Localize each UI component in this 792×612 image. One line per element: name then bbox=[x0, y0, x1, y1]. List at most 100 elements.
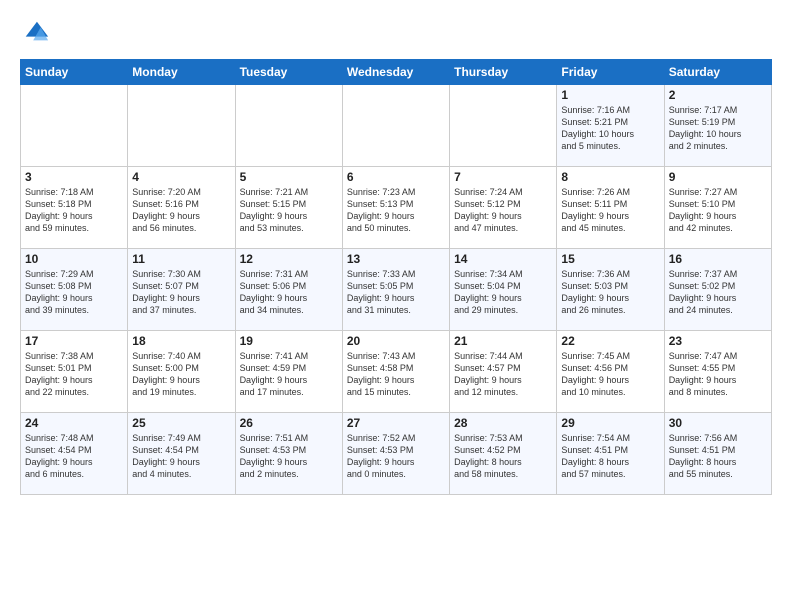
calendar-header: SundayMondayTuesdayWednesdayThursdayFrid… bbox=[21, 60, 772, 85]
cell-info: Sunrise: 7:31 AM Sunset: 5:06 PM Dayligh… bbox=[240, 268, 338, 317]
calendar-cell: 29 Sunrise: 7:54 AM Sunset: 4:51 PM Dayli… bbox=[557, 413, 664, 495]
cell-info: Sunrise: 7:30 AM Sunset: 5:07 PM Dayligh… bbox=[132, 268, 230, 317]
calendar-cell bbox=[128, 85, 235, 167]
calendar-cell: 8 Sunrise: 7:26 AM Sunset: 5:11 PM Daylig… bbox=[557, 167, 664, 249]
cell-info: Sunrise: 7:33 AM Sunset: 5:05 PM Dayligh… bbox=[347, 268, 445, 317]
cell-info: Sunrise: 7:37 AM Sunset: 5:02 PM Dayligh… bbox=[669, 268, 767, 317]
cell-info: Sunrise: 7:36 AM Sunset: 5:03 PM Dayligh… bbox=[561, 268, 659, 317]
cell-info: Sunrise: 7:34 AM Sunset: 5:04 PM Dayligh… bbox=[454, 268, 552, 317]
calendar-week: 24 Sunrise: 7:48 AM Sunset: 4:54 PM Dayli… bbox=[21, 413, 772, 495]
cell-info: Sunrise: 7:54 AM Sunset: 4:51 PM Dayligh… bbox=[561, 432, 659, 481]
day-number: 1 bbox=[561, 88, 659, 102]
cell-info: Sunrise: 7:44 AM Sunset: 4:57 PM Dayligh… bbox=[454, 350, 552, 399]
calendar-cell: 24 Sunrise: 7:48 AM Sunset: 4:54 PM Dayli… bbox=[21, 413, 128, 495]
calendar-cell: 7 Sunrise: 7:24 AM Sunset: 5:12 PM Daylig… bbox=[450, 167, 557, 249]
cell-info: Sunrise: 7:53 AM Sunset: 4:52 PM Dayligh… bbox=[454, 432, 552, 481]
calendar-cell: 1 Sunrise: 7:16 AM Sunset: 5:21 PM Daylig… bbox=[557, 85, 664, 167]
cell-info: Sunrise: 7:51 AM Sunset: 4:53 PM Dayligh… bbox=[240, 432, 338, 481]
day-number: 9 bbox=[669, 170, 767, 184]
day-number: 24 bbox=[25, 416, 123, 430]
day-number: 30 bbox=[669, 416, 767, 430]
cell-info: Sunrise: 7:43 AM Sunset: 4:58 PM Dayligh… bbox=[347, 350, 445, 399]
calendar-cell: 14 Sunrise: 7:34 AM Sunset: 5:04 PM Dayli… bbox=[450, 249, 557, 331]
calendar-cell: 17 Sunrise: 7:38 AM Sunset: 5:01 PM Dayli… bbox=[21, 331, 128, 413]
header-row: SundayMondayTuesdayWednesdayThursdayFrid… bbox=[21, 60, 772, 85]
day-number: 3 bbox=[25, 170, 123, 184]
day-number: 16 bbox=[669, 252, 767, 266]
day-number: 26 bbox=[240, 416, 338, 430]
cell-info: Sunrise: 7:16 AM Sunset: 5:21 PM Dayligh… bbox=[561, 104, 659, 153]
day-number: 19 bbox=[240, 334, 338, 348]
calendar-cell: 2 Sunrise: 7:17 AM Sunset: 5:19 PM Daylig… bbox=[664, 85, 771, 167]
day-number: 8 bbox=[561, 170, 659, 184]
cell-info: Sunrise: 7:27 AM Sunset: 5:10 PM Dayligh… bbox=[669, 186, 767, 235]
day-number: 5 bbox=[240, 170, 338, 184]
day-number: 2 bbox=[669, 88, 767, 102]
calendar-cell: 28 Sunrise: 7:53 AM Sunset: 4:52 PM Dayli… bbox=[450, 413, 557, 495]
cell-info: Sunrise: 7:40 AM Sunset: 5:00 PM Dayligh… bbox=[132, 350, 230, 399]
calendar-cell: 3 Sunrise: 7:18 AM Sunset: 5:18 PM Daylig… bbox=[21, 167, 128, 249]
cell-info: Sunrise: 7:47 AM Sunset: 4:55 PM Dayligh… bbox=[669, 350, 767, 399]
calendar-cell bbox=[342, 85, 449, 167]
calendar-week: 10 Sunrise: 7:29 AM Sunset: 5:08 PM Dayli… bbox=[21, 249, 772, 331]
day-number: 4 bbox=[132, 170, 230, 184]
calendar-cell: 11 Sunrise: 7:30 AM Sunset: 5:07 PM Dayli… bbox=[128, 249, 235, 331]
calendar-cell: 10 Sunrise: 7:29 AM Sunset: 5:08 PM Dayli… bbox=[21, 249, 128, 331]
weekday-header: Tuesday bbox=[235, 60, 342, 85]
cell-info: Sunrise: 7:48 AM Sunset: 4:54 PM Dayligh… bbox=[25, 432, 123, 481]
weekday-header: Monday bbox=[128, 60, 235, 85]
calendar-cell bbox=[450, 85, 557, 167]
day-number: 20 bbox=[347, 334, 445, 348]
calendar-cell: 9 Sunrise: 7:27 AM Sunset: 5:10 PM Daylig… bbox=[664, 167, 771, 249]
calendar-week: 3 Sunrise: 7:18 AM Sunset: 5:18 PM Daylig… bbox=[21, 167, 772, 249]
calendar-cell: 19 Sunrise: 7:41 AM Sunset: 4:59 PM Dayli… bbox=[235, 331, 342, 413]
calendar-cell: 25 Sunrise: 7:49 AM Sunset: 4:54 PM Dayli… bbox=[128, 413, 235, 495]
cell-info: Sunrise: 7:49 AM Sunset: 4:54 PM Dayligh… bbox=[132, 432, 230, 481]
day-number: 7 bbox=[454, 170, 552, 184]
weekday-header: Saturday bbox=[664, 60, 771, 85]
calendar-cell: 22 Sunrise: 7:45 AM Sunset: 4:56 PM Dayli… bbox=[557, 331, 664, 413]
cell-info: Sunrise: 7:29 AM Sunset: 5:08 PM Dayligh… bbox=[25, 268, 123, 317]
day-number: 18 bbox=[132, 334, 230, 348]
cell-info: Sunrise: 7:41 AM Sunset: 4:59 PM Dayligh… bbox=[240, 350, 338, 399]
cell-info: Sunrise: 7:24 AM Sunset: 5:12 PM Dayligh… bbox=[454, 186, 552, 235]
calendar-cell: 27Sunrise: 7:52 AM Sunset: 4:53 PM Dayli… bbox=[342, 413, 449, 495]
cell-info: Sunrise: 7:23 AM Sunset: 5:13 PM Dayligh… bbox=[347, 186, 445, 235]
calendar-cell: 4Sunrise: 7:20 AM Sunset: 5:16 PM Daylig… bbox=[128, 167, 235, 249]
calendar-week: 1 Sunrise: 7:16 AM Sunset: 5:21 PM Daylig… bbox=[21, 85, 772, 167]
cell-info: Sunrise: 7:18 AM Sunset: 5:18 PM Dayligh… bbox=[25, 186, 123, 235]
calendar-cell: 16 Sunrise: 7:37 AM Sunset: 5:02 PM Dayli… bbox=[664, 249, 771, 331]
day-number: 12 bbox=[240, 252, 338, 266]
day-number: 10 bbox=[25, 252, 123, 266]
calendar-cell: 21 Sunrise: 7:44 AM Sunset: 4:57 PM Dayli… bbox=[450, 331, 557, 413]
calendar-cell: 26 Sunrise: 7:51 AM Sunset: 4:53 PM Dayli… bbox=[235, 413, 342, 495]
calendar-cell: 13 Sunrise: 7:33 AM Sunset: 5:05 PM Dayli… bbox=[342, 249, 449, 331]
calendar-cell: 23Sunrise: 7:47 AM Sunset: 4:55 PM Dayli… bbox=[664, 331, 771, 413]
day-number: 27 bbox=[347, 416, 445, 430]
calendar-table: SundayMondayTuesdayWednesdayThursdayFrid… bbox=[20, 59, 772, 495]
day-number: 17 bbox=[25, 334, 123, 348]
day-number: 22 bbox=[561, 334, 659, 348]
cell-info: Sunrise: 7:21 AM Sunset: 5:15 PM Dayligh… bbox=[240, 186, 338, 235]
page: SundayMondayTuesdayWednesdayThursdayFrid… bbox=[0, 0, 792, 505]
header bbox=[20, 18, 772, 51]
calendar-cell: 30Sunrise: 7:56 AM Sunset: 4:51 PM Dayli… bbox=[664, 413, 771, 495]
calendar-cell: 12 Sunrise: 7:31 AM Sunset: 5:06 PM Dayli… bbox=[235, 249, 342, 331]
day-number: 25 bbox=[132, 416, 230, 430]
day-number: 11 bbox=[132, 252, 230, 266]
day-number: 14 bbox=[454, 252, 552, 266]
cell-info: Sunrise: 7:26 AM Sunset: 5:11 PM Dayligh… bbox=[561, 186, 659, 235]
day-number: 15 bbox=[561, 252, 659, 266]
day-number: 21 bbox=[454, 334, 552, 348]
day-number: 28 bbox=[454, 416, 552, 430]
day-number: 13 bbox=[347, 252, 445, 266]
day-number: 6 bbox=[347, 170, 445, 184]
cell-info: Sunrise: 7:38 AM Sunset: 5:01 PM Dayligh… bbox=[25, 350, 123, 399]
calendar-cell: 20 Sunrise: 7:43 AM Sunset: 4:58 PM Dayli… bbox=[342, 331, 449, 413]
calendar-body: 1 Sunrise: 7:16 AM Sunset: 5:21 PM Daylig… bbox=[21, 85, 772, 495]
calendar-cell: 5 Sunrise: 7:21 AM Sunset: 5:15 PM Daylig… bbox=[235, 167, 342, 249]
cell-info: Sunrise: 7:17 AM Sunset: 5:19 PM Dayligh… bbox=[669, 104, 767, 153]
calendar-cell bbox=[21, 85, 128, 167]
day-number: 29 bbox=[561, 416, 659, 430]
cell-info: Sunrise: 7:45 AM Sunset: 4:56 PM Dayligh… bbox=[561, 350, 659, 399]
